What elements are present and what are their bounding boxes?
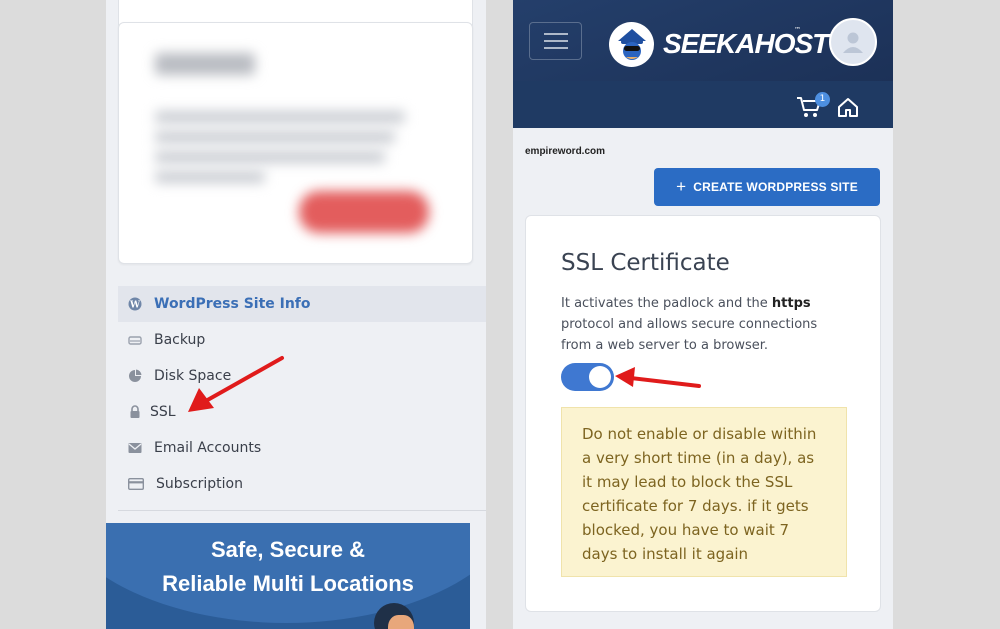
menu-toggle-button[interactable] [529,22,582,60]
logo-trademark: ™ [794,26,801,34]
user-avatar[interactable] [829,18,877,66]
credit-card-icon [128,477,144,491]
envelope-icon [128,441,142,455]
ssl-desc-part2: protocol and allows secure connections f… [561,317,818,353]
left-panel: W WordPress Site Info Backup Disk Space … [106,0,486,629]
home-icon[interactable] [837,96,859,118]
menu-item-backup[interactable]: Backup [118,322,486,358]
svg-text:W: W [129,301,141,311]
ssl-warning-text: Do not enable or disable within a very s… [582,425,817,563]
banner-person-face [388,615,414,629]
menu-divider [118,510,486,511]
menu-item-email-accounts[interactable]: Email Accounts [118,430,486,466]
menu-item-label: Backup [154,332,206,348]
menu-item-label: SSL [150,404,176,420]
menu-item-label: Disk Space [154,368,232,384]
ssl-description: It activates the padlock and the https p… [561,293,841,356]
ssl-warning-box: Do not enable or disable within a very s… [561,407,847,577]
menu-item-wordpress-site-info[interactable]: W WordPress Site Info [118,286,486,322]
ssl-desc-https: https [771,296,811,311]
site-menu: W WordPress Site Info Backup Disk Space … [118,286,486,502]
banner-line-1: Safe, Secure & [210,537,366,562]
cart-count-badge: 1 [815,92,830,107]
menu-item-disk-space[interactable]: Disk Space [118,358,486,394]
ssl-desc-part1: It activates the padlock and the [561,296,772,311]
menu-item-label: WordPress Site Info [154,296,311,312]
create-wordpress-site-button[interactable]: + CREATE WORDPRESS SITE [654,168,880,206]
logo-text[interactable]: SEEKAHOST [663,28,829,60]
promo-banner[interactable]: Safe, Secure & Reliable Multi Locations [106,523,470,629]
menu-item-subscription[interactable]: Subscription [118,466,486,502]
lock-icon [128,405,142,419]
logo-mascot-icon[interactable] [609,22,654,67]
toggle-knob [589,366,611,388]
right-panel: SEEKAHOST ™ 1 empireword.com + CREATE WO… [513,0,893,629]
domain-name: empireword.com [525,146,606,157]
ssl-certificate-card: SSL Certificate It activates the padlock… [525,215,881,612]
pie-chart-icon [128,369,142,383]
blurred-line [155,171,265,183]
header-subbar [513,81,893,128]
menu-item-label: Email Accounts [154,440,262,456]
banner-line-2: Reliable Multi Locations [162,571,414,596]
blurred-line [155,131,395,143]
plus-icon: + [676,177,687,196]
wordpress-icon: W [128,297,142,311]
ssl-toggle-switch[interactable] [561,363,614,391]
blurred-title [155,53,255,75]
blurred-line [155,151,385,163]
user-icon [843,32,863,53]
banner-text: Safe, Secure & Reliable Multi Locations [106,533,470,601]
blurred-card [118,22,473,264]
create-wordpress-site-label: CREATE WORDPRESS SITE [693,180,858,194]
header-bar: SEEKAHOST ™ [513,0,893,81]
menu-item-ssl[interactable]: SSL [118,394,486,430]
blurred-line [155,111,405,123]
hdd-icon [128,333,142,347]
blurred-button [299,191,429,233]
ssl-title: SSL Certificate [561,250,730,276]
menu-item-label: Subscription [156,476,243,492]
